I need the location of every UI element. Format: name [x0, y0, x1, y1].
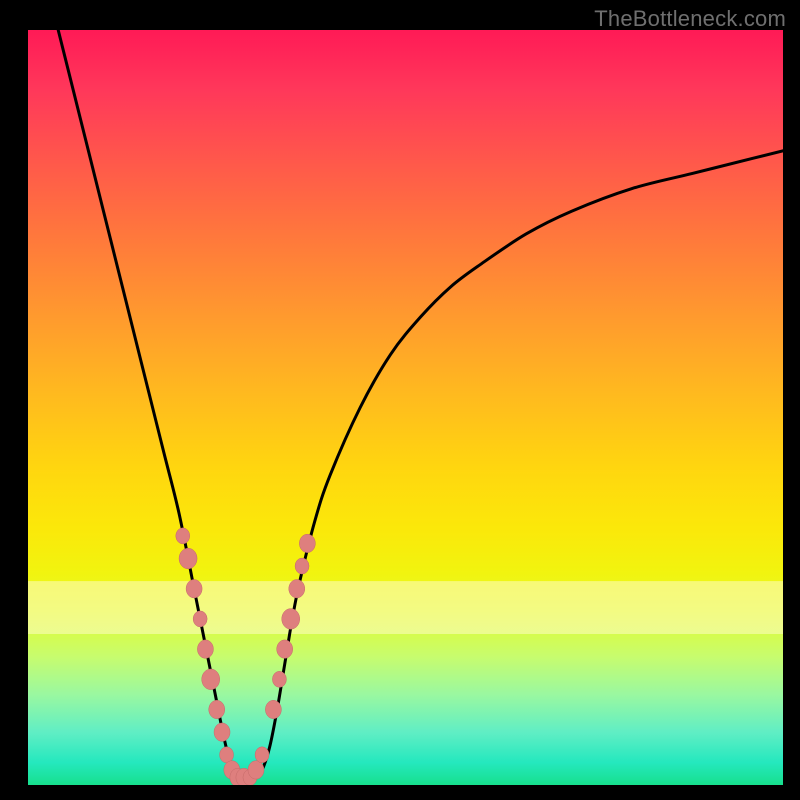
curve-marker: [209, 700, 225, 718]
curve-marker: [289, 580, 305, 598]
curve-marker: [202, 669, 220, 690]
bottleneck-curve: [58, 30, 783, 778]
curve-marker: [295, 558, 309, 574]
plot-area: [28, 30, 783, 785]
glow-band: [28, 581, 783, 634]
curve-marker: [186, 580, 202, 598]
chart-svg: [28, 30, 783, 785]
curve-marker: [272, 671, 286, 687]
curve-marker: [282, 609, 300, 630]
curve-marker: [214, 723, 230, 741]
curve-markers: [176, 528, 316, 785]
curve-marker: [265, 700, 281, 718]
curve-marker: [176, 528, 190, 544]
curve-marker: [179, 548, 197, 569]
curve-marker: [248, 761, 264, 779]
watermark-label: TheBottleneck.com: [594, 6, 786, 32]
curve-marker: [197, 640, 213, 658]
curve-marker: [299, 534, 315, 552]
curve-marker: [277, 640, 293, 658]
curve-marker: [193, 611, 207, 627]
curve-marker: [255, 747, 269, 763]
chart-frame: TheBottleneck.com: [0, 0, 800, 800]
curve-marker: [220, 747, 234, 763]
